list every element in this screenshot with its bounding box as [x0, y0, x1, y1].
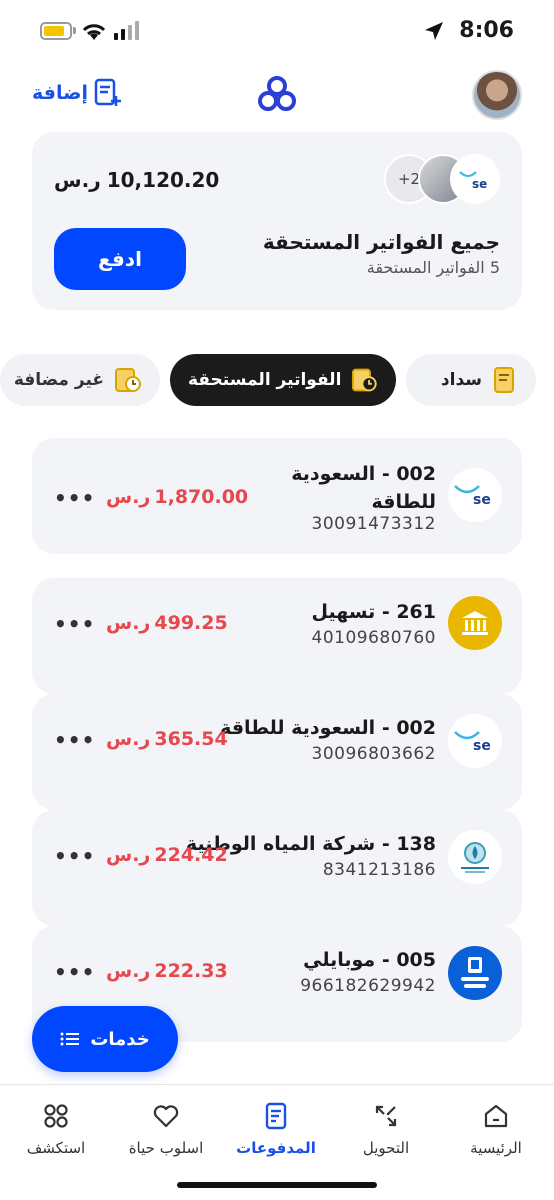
more-options-button[interactable]: •••: [54, 844, 95, 868]
more-options-button[interactable]: •••: [54, 612, 95, 636]
grid-icon: [6, 1099, 106, 1133]
summary-subtitle: 5 الفواتير المستحقة: [366, 258, 500, 277]
nwc-logo-icon: [448, 830, 502, 884]
payments-icon: [226, 1099, 326, 1133]
bill-card[interactable]: 261 - تسهيل 40109680760 ر.س 499.25 •••: [32, 578, 522, 694]
bill-amount: ر.س 224.42: [106, 844, 228, 866]
mobily-logo-icon: [448, 946, 502, 1000]
bill-amount: ر.س 365.54: [106, 728, 228, 750]
status-time: 8:06: [459, 18, 514, 43]
bill-account-number: 8341213186: [322, 860, 436, 880]
clock-receipt-icon: [352, 368, 378, 392]
due-bills-summary-card: ر.س 10,120.20 +2 se ادفع جميع الفواتير ا…: [32, 132, 522, 310]
bill-card[interactable]: se 002 - السعودية للطاقة 30091473312 ر.س…: [32, 438, 522, 554]
services-button[interactable]: خدمات: [32, 1006, 178, 1072]
tab-label: الفواتير المستحقة: [188, 370, 342, 390]
bill-card[interactable]: 138 - شركة المياه الوطنية 8341213186 ر.س…: [32, 810, 522, 926]
bill-name: 002 - السعودية للطاقة: [220, 717, 436, 739]
se-logo-icon: se: [450, 154, 500, 204]
bill-tabs: سداد الفواتير المستحقة غير مضافة: [0, 354, 554, 408]
bill-name: 002 - السعودية للطاقة: [291, 463, 436, 513]
home-icon: [446, 1099, 546, 1133]
tab-sadad[interactable]: سداد: [406, 354, 536, 406]
tab-label: غير مضافة: [13, 370, 104, 390]
more-options-button[interactable]: •••: [54, 486, 95, 510]
pay-all-button[interactable]: ادفع: [54, 228, 186, 290]
currency-symbol: ر.س: [54, 168, 101, 192]
bank-icon: [448, 596, 502, 650]
avatar[interactable]: [472, 70, 522, 120]
bill-account-number: 40109680760: [311, 628, 436, 648]
add-bill-icon: [94, 78, 121, 106]
bill-name: 005 - موبايلي: [303, 949, 436, 971]
bill-card[interactable]: se 002 - السعودية للطاقة 30096803662 ر.س…: [32, 694, 522, 810]
location-arrow-icon: [425, 22, 443, 40]
receipt-icon: [494, 367, 514, 393]
summary-total: ر.س 10,120.20: [54, 168, 219, 192]
tab-due-bills[interactable]: الفواتير المستحقة: [170, 354, 396, 406]
status-bar: 8:06: [0, 0, 554, 64]
summary-title: جميع الفواتير المستحقة: [262, 230, 500, 254]
bill-account-number: 30096803662: [311, 744, 436, 764]
bill-account-number: 30091473312: [311, 514, 436, 534]
nav-home[interactable]: الرئيسية: [446, 1099, 546, 1157]
bill-name: 261 - تسهيل: [311, 601, 436, 623]
heart-icon: [116, 1099, 216, 1133]
se-logo-icon: se: [448, 714, 502, 768]
nav-label: المدفوعات: [236, 1139, 316, 1157]
app-logo: [258, 76, 296, 111]
nav-label: الرئيسية: [470, 1139, 522, 1157]
add-bill-button[interactable]: إضافة: [32, 78, 122, 108]
nav-payments[interactable]: المدفوعات: [226, 1099, 326, 1157]
svg-text:se: se: [473, 738, 491, 754]
svg-text:se: se: [472, 177, 487, 190]
header: إضافة: [0, 64, 554, 124]
nav-transfer[interactable]: التحويل: [336, 1099, 436, 1157]
se-logo-icon: se: [448, 468, 502, 522]
nav-explore[interactable]: استكشف: [6, 1099, 106, 1157]
svg-text:se: se: [473, 492, 491, 508]
battery-icon: [40, 22, 72, 40]
nav-lifestyle[interactable]: اسلوب حياة: [116, 1099, 216, 1157]
list-icon: [60, 1032, 80, 1046]
biller-logo-stack: +2 se: [384, 154, 502, 206]
services-label: خدمات: [90, 1028, 150, 1050]
bill-amount: ر.س 499.25: [106, 612, 228, 634]
bill-account-number: 966182629942: [300, 976, 436, 996]
add-label: إضافة: [32, 82, 88, 104]
wifi-icon: [82, 24, 106, 40]
home-indicator: [177, 1182, 377, 1188]
clock-receipt-icon: [115, 368, 141, 392]
transfer-icon: [336, 1099, 436, 1133]
nav-label: التحويل: [362, 1139, 410, 1157]
more-options-button[interactable]: •••: [54, 728, 95, 752]
tab-unadded[interactable]: غير مضافة: [0, 354, 160, 406]
bill-amount: ر.س 222.33: [106, 960, 228, 982]
tab-label: سداد: [440, 370, 482, 390]
more-options-button[interactable]: •••: [54, 960, 95, 984]
bill-amount: ر.س 1,870.00: [106, 486, 249, 508]
nav-label: استكشف: [26, 1139, 86, 1157]
signal-icon: [114, 21, 139, 40]
summary-amount: 10,120.20: [106, 168, 220, 192]
nav-label: اسلوب حياة: [128, 1139, 204, 1157]
